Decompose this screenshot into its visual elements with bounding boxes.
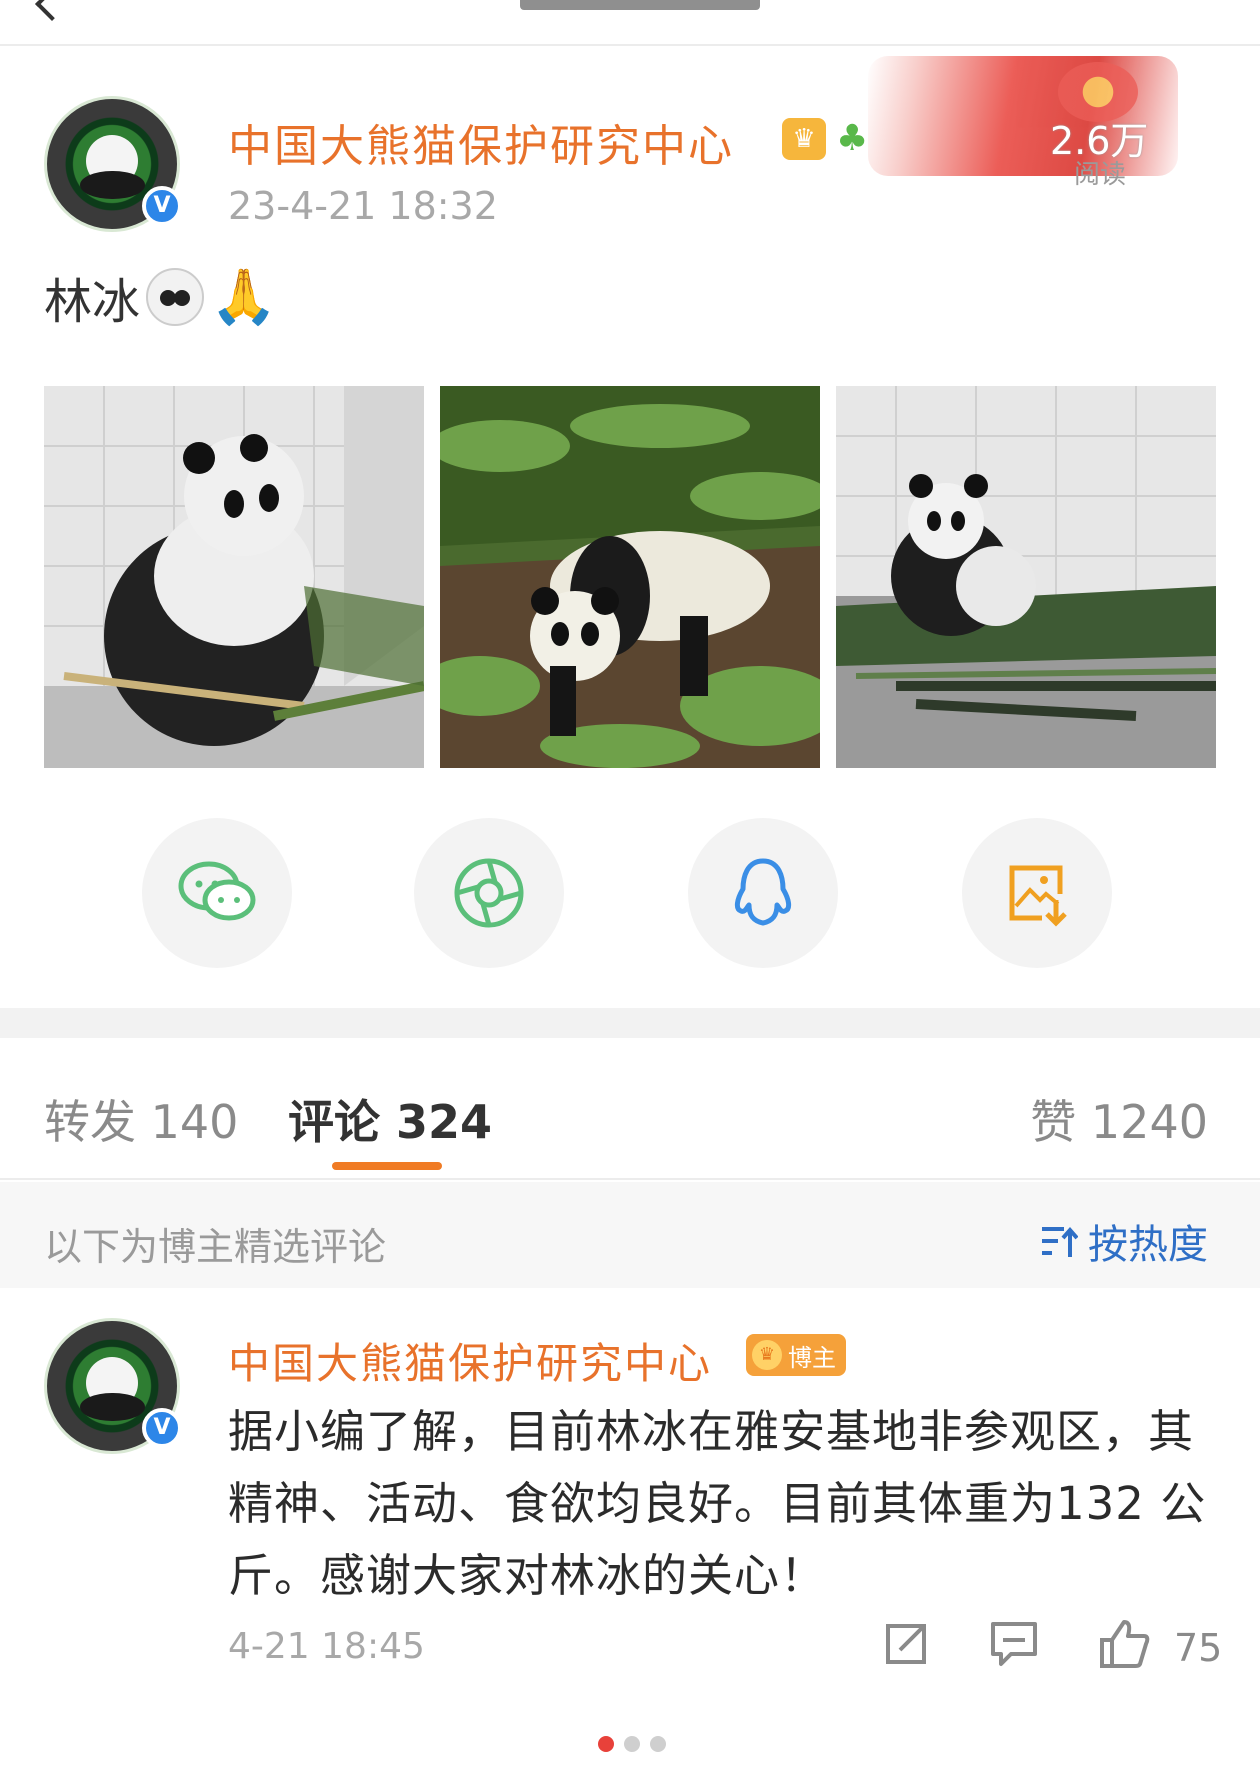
selected-comments-label: 以下为博主精选评论	[44, 1225, 387, 1269]
read-label: 阅读	[1074, 160, 1127, 190]
carousel-dot-active[interactable]	[598, 1736, 614, 1752]
verified-badge-icon: V	[142, 186, 182, 226]
repost-icon	[886, 1624, 926, 1664]
comment-like-count: 75	[1174, 1626, 1223, 1670]
top-nav-bar	[0, 0, 1260, 46]
post-text-body: 林冰	[44, 274, 141, 330]
comment-reply-button[interactable]	[986, 1616, 1042, 1672]
qq-penguin-icon	[734, 858, 792, 926]
back-arrow-icon[interactable]	[35, 0, 69, 21]
pray-emoji-icon: 🙏	[210, 265, 278, 328]
wechat-icon	[178, 861, 256, 921]
comment-repost-button[interactable]	[878, 1616, 934, 1672]
author-avatar[interactable]: V	[44, 96, 182, 232]
tab-divider	[0, 1178, 1260, 1180]
post-text: 林冰 🙏	[44, 262, 277, 332]
verified-badge-icon: V	[142, 1408, 182, 1448]
active-tab-indicator	[332, 1162, 442, 1170]
post-timestamp: 23-4-21 18:32	[228, 184, 498, 228]
panda-emoji-icon	[146, 268, 205, 326]
blogger-badge: ♛ 博主	[746, 1334, 846, 1376]
tab-comments[interactable]: 评论 324	[288, 1086, 492, 1152]
share-moments-button[interactable]	[414, 818, 564, 968]
blogger-badge-label: 博主	[788, 1343, 836, 1372]
section-divider	[0, 1008, 1260, 1038]
vip-crown-icon: ♛	[782, 118, 826, 160]
comment-like-button[interactable]	[1096, 1616, 1152, 1672]
sort-by-hot-button[interactable]: 按热度	[1038, 1212, 1208, 1270]
panda-photo-2	[440, 386, 820, 768]
comments-subheader: 以下为博主精选评论 按热度	[0, 1182, 1260, 1288]
comment-text: 据小编了解，目前林冰在雅安基地非参观区，其精神、活动、食欲均良好。目前其体重为1…	[228, 1405, 1207, 1602]
nav-title-clipped	[520, 0, 760, 10]
carousel-dot[interactable]	[624, 1736, 640, 1752]
share-qq-button[interactable]	[688, 818, 838, 968]
post-photo-2[interactable]	[440, 386, 820, 768]
sort-icon	[1042, 1226, 1078, 1257]
comment-timestamp: 4-21 18:45	[228, 1626, 425, 1667]
carousel-dots	[598, 1736, 666, 1752]
comment-author-avatar[interactable]: V	[44, 1318, 182, 1454]
post-photo-3[interactable]	[836, 386, 1216, 768]
reply-bubble-icon	[991, 1622, 1037, 1666]
comment-author-name[interactable]: 中国大熊猫保护研究中心	[228, 1330, 712, 1391]
post-author-name[interactable]: 中国大熊猫保护研究中心	[228, 110, 734, 174]
save-image-button[interactable]	[962, 818, 1112, 968]
post-photo-1[interactable]	[44, 386, 424, 768]
tab-likes[interactable]: 赞 1240	[1030, 1086, 1208, 1152]
save-image-icon	[1009, 865, 1067, 927]
crown-icon: ♛	[752, 1340, 782, 1370]
panda-photo-3	[836, 386, 1216, 768]
carousel-dot[interactable]	[650, 1736, 666, 1752]
panda-photo-1	[44, 386, 424, 768]
sort-label: 按热度	[1088, 1222, 1208, 1268]
thumbs-up-icon	[1100, 1620, 1150, 1668]
moments-aperture-icon	[454, 858, 524, 928]
tab-repost[interactable]: 转发 140	[44, 1086, 238, 1152]
share-wechat-button[interactable]	[142, 818, 292, 968]
